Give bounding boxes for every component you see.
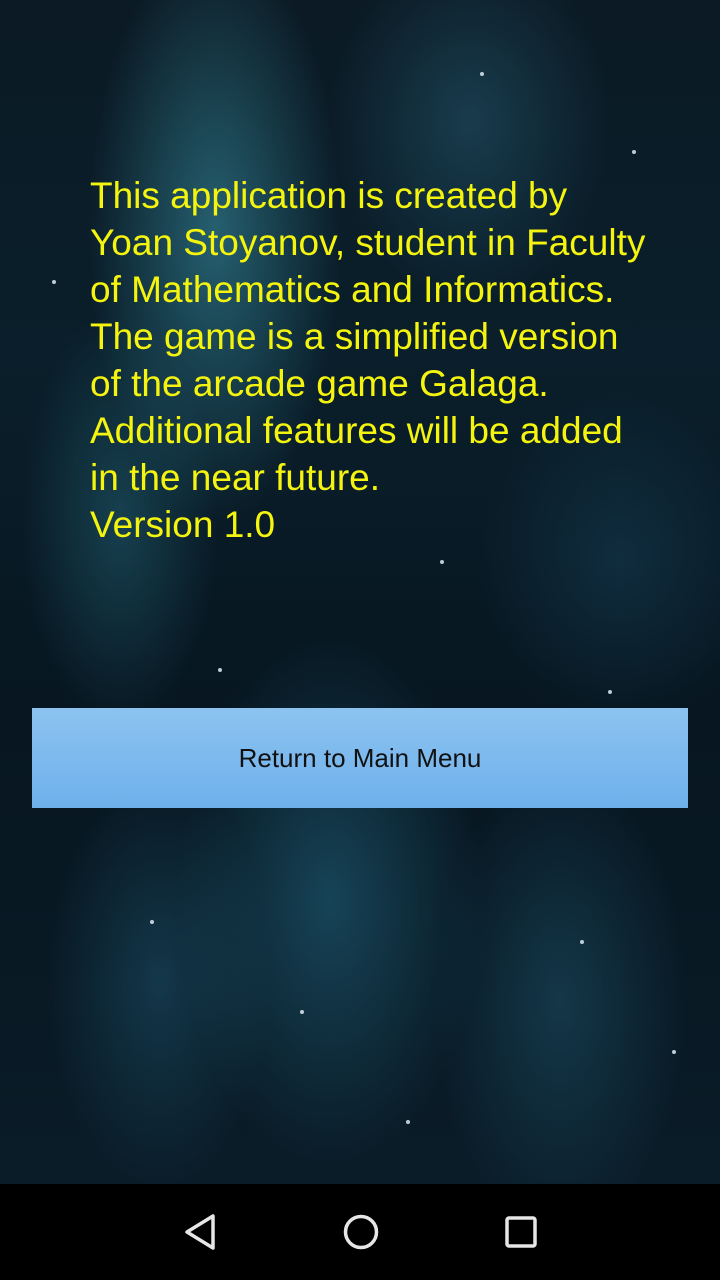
navigation-bar — [0, 1184, 720, 1280]
star — [300, 1010, 304, 1014]
about-line: This application is created by — [90, 175, 568, 216]
star — [52, 280, 56, 284]
about-line: Yoan Stoyanov, student in Faculty — [90, 222, 646, 263]
about-line: in the near future. — [90, 457, 381, 498]
star — [440, 560, 444, 564]
recents-button[interactable] — [491, 1204, 551, 1260]
about-line: Additional features will be added — [90, 410, 623, 451]
recents-square-icon — [505, 1216, 537, 1248]
star — [150, 920, 154, 924]
return-to-main-menu-button[interactable]: Return to Main Menu — [32, 708, 688, 808]
star — [608, 690, 612, 694]
home-button[interactable] — [331, 1204, 391, 1260]
about-line: of the arcade game Galaga. — [90, 363, 549, 404]
back-button[interactable] — [171, 1204, 231, 1260]
version-label: Version 1.0 — [90, 504, 276, 545]
star — [406, 1120, 410, 1124]
home-circle-icon — [343, 1214, 379, 1250]
about-text: This application is created by Yoan Stoy… — [90, 172, 700, 548]
about-line: of Mathematics and Informatics. — [90, 269, 615, 310]
star — [218, 668, 222, 672]
about-line: The game is a simplified version — [90, 316, 619, 357]
star — [480, 72, 484, 76]
star — [632, 150, 636, 154]
star — [672, 1050, 676, 1054]
about-screen: This application is created by Yoan Stoy… — [0, 0, 720, 1280]
back-triangle-icon — [185, 1214, 215, 1250]
star — [580, 940, 584, 944]
